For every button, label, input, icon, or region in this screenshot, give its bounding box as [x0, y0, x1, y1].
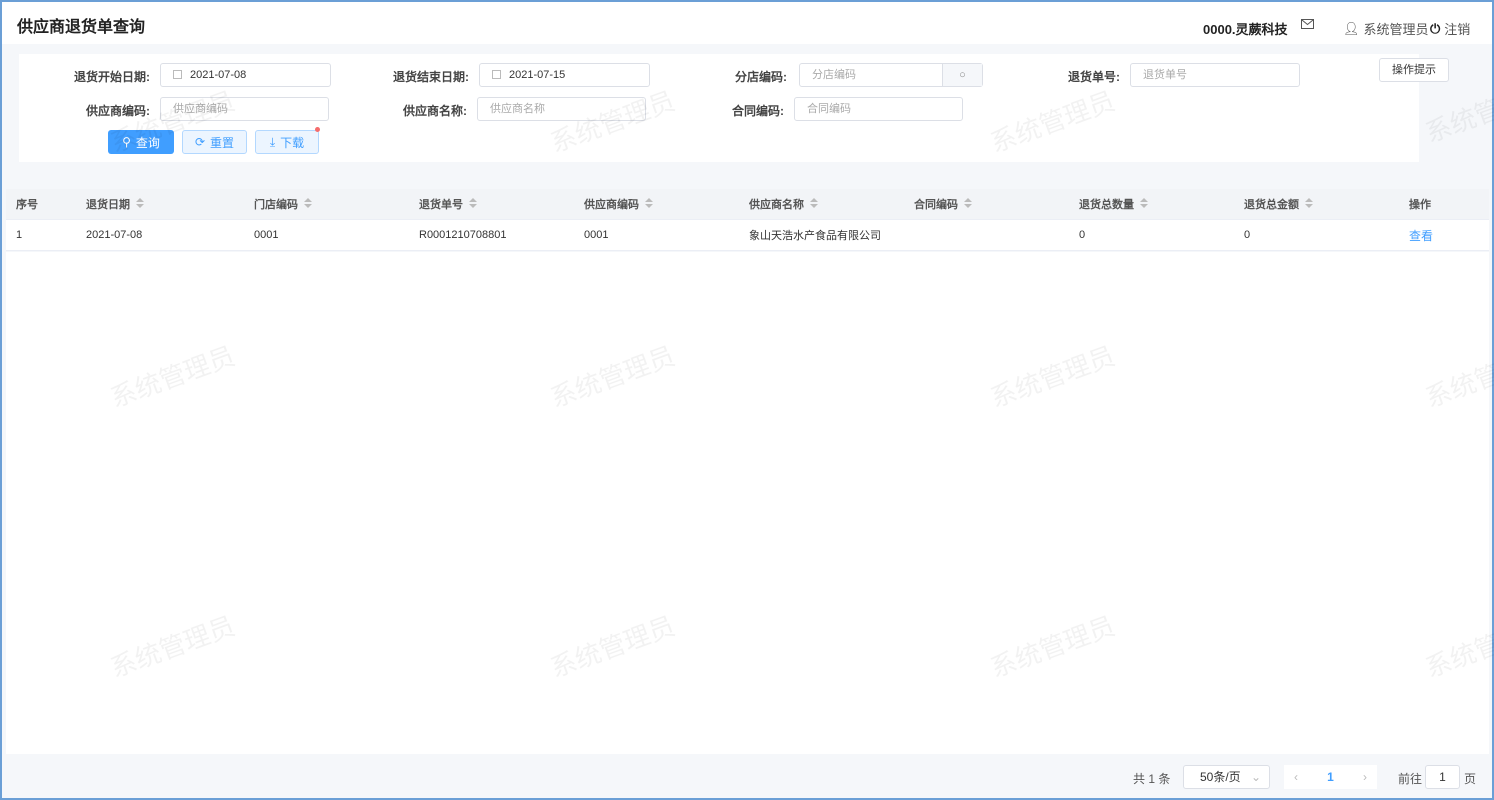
page-size-select[interactable]: 50条/页 ⌄ — [1183, 765, 1270, 789]
sort-icon[interactable] — [469, 198, 477, 208]
page-title: 供应商退货单查询 — [17, 19, 146, 36]
table-cell: 0001 — [584, 229, 609, 241]
column-header[interactable]: 退货日期 — [86, 196, 144, 212]
refresh-icon: ⟳ — [194, 135, 206, 149]
next-page-icon[interactable]: › — [1363, 770, 1367, 784]
calendar-icon — [492, 70, 501, 79]
calendar-icon — [173, 70, 182, 79]
download-button[interactable]: ⤓ 下载 — [255, 127, 320, 154]
column-header[interactable]: 供应商编码 — [584, 196, 653, 212]
download-icon: ⤓ — [269, 134, 276, 149]
start-date-label: 退货开始日期: — [74, 70, 150, 84]
table-cell: 2021-07-08 — [86, 229, 143, 241]
column-header[interactable]: 退货单号 — [419, 196, 477, 212]
table-cell: R0001210708801 — [419, 229, 507, 241]
supplier-name-label: 供应商名称: — [403, 104, 467, 118]
reset-button[interactable]: ⟳ 重置 — [182, 130, 247, 154]
return-no-input[interactable]: 退货单号 — [1130, 63, 1300, 87]
prev-page-icon[interactable]: ‹ — [1294, 770, 1298, 784]
column-header[interactable]: 供应商名称 — [749, 196, 818, 212]
top-bar: 供应商退货单查询 0000.灵蕨科技 👤︎ 系统管理员 ⏻ 注销 — [2, 2, 1492, 44]
page-1[interactable]: 1 — [1327, 770, 1334, 784]
store-code-input[interactable]: 分店编码 ○ — [799, 63, 983, 87]
user-icon: 👤︎ — [1343, 20, 1360, 36]
help-button[interactable]: 操作提示 — [1379, 58, 1449, 82]
chevron-down-icon: ⌄ — [1250, 770, 1261, 784]
end-date-input[interactable]: 2021-07-15 — [479, 63, 650, 87]
total-count: 共 1 条 — [1133, 772, 1171, 786]
table-cell: 象山天浩水产食品有限公司 — [749, 230, 881, 242]
table-cell: 0 — [1079, 229, 1086, 241]
goto-label: 前往 — [1398, 772, 1423, 786]
table-cell: 0 — [1244, 229, 1251, 241]
data-table: 序号 退货日期 门店编码 退货单号 供应商编码 供应商名称 合同编码 退货总数量 退货总金额 操作… — [6, 189, 1489, 251]
end-date-label: 退货结束日期: — [393, 70, 469, 84]
column-header[interactable]: 门店编码 — [254, 196, 312, 212]
watermark: 系统管理员 — [1421, 75, 1494, 149]
sort-icon[interactable] — [136, 198, 144, 208]
sort-icon[interactable] — [645, 198, 653, 208]
contract-code-label: 合同编码: — [732, 104, 784, 118]
logout-button[interactable]: ⏻ 注销 — [1430, 19, 1470, 38]
table-cell: 0001 — [254, 229, 279, 241]
column-header[interactable]: 退货总数量 — [1079, 196, 1148, 212]
start-date-input[interactable]: 2021-07-08 — [160, 63, 331, 87]
company-name: 0000.灵蕨科技 — [1203, 22, 1288, 37]
goto-input[interactable]: 1 — [1425, 765, 1460, 789]
window: 供应商退货单查询 0000.灵蕨科技 👤︎ 系统管理员 ⏻ 注销 退货开始日期: 2… — [0, 0, 1494, 800]
view-link[interactable]: 查看 — [1409, 227, 1433, 244]
column-header[interactable]: 退货总金额 — [1244, 196, 1313, 212]
search-icon[interactable]: ○ — [942, 64, 982, 86]
table-header: 序号 退货日期 门店编码 退货单号 供应商编码 供应商名称 合同编码 退货总数量 退货总金额 操作 — [6, 189, 1489, 220]
mail-icon[interactable] — [1301, 19, 1314, 29]
page-unit-label: 页 — [1464, 772, 1477, 786]
table-body-empty — [6, 252, 1489, 754]
store-code-label: 分店编码: — [735, 70, 787, 84]
sort-icon[interactable] — [1140, 198, 1148, 208]
sort-icon[interactable] — [810, 198, 818, 208]
table-row: 1 2021-07-08 0001 R0001210708801 0001 象山天浩水产食… — [6, 220, 1489, 251]
sort-icon[interactable] — [1305, 198, 1313, 208]
contract-code-input[interactable]: 合同编码 — [794, 97, 963, 121]
column-header: 操作 — [1409, 199, 1431, 211]
pager: ‹ 1 › — [1284, 765, 1377, 789]
table-cell: 1 — [16, 229, 23, 241]
sort-icon[interactable] — [304, 198, 312, 208]
column-header[interactable]: 合同编码 — [914, 196, 972, 212]
badge-dot — [315, 127, 320, 132]
user-menu[interactable]: 👤︎ 系统管理员 — [1343, 19, 1429, 38]
power-icon: ⏻ — [1430, 20, 1441, 36]
sort-icon[interactable] — [964, 198, 972, 208]
column-header: 序号 — [16, 199, 38, 211]
